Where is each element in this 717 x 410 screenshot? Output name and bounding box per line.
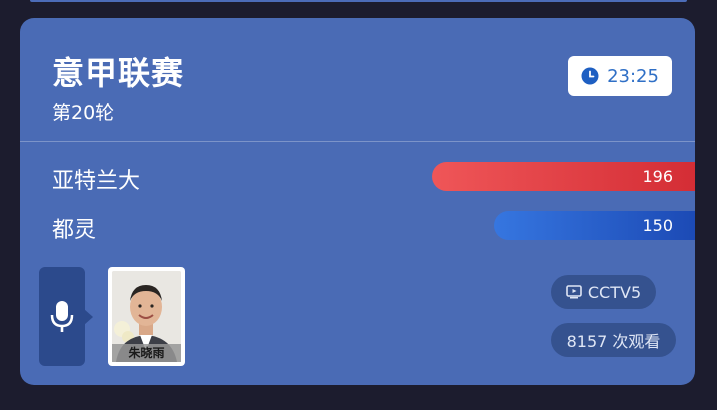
vote-bar-home[interactable]: 196 — [432, 162, 695, 191]
divider — [20, 141, 695, 142]
clock-icon — [581, 67, 599, 85]
commentator-name: 朱晓雨 — [112, 344, 181, 362]
match-card[interactable]: 意甲联赛 第20轮 23:25 亚特兰大 196 都灵 150 朱晓雨 CCTV… — [20, 18, 695, 385]
league-title: 意甲联赛 — [52, 54, 185, 92]
channel-name: CCTV5 — [587, 282, 642, 302]
vote-count-home: 196 — [642, 167, 673, 186]
commentary-audio-button[interactable] — [39, 267, 85, 366]
team-name-away: 都灵 — [52, 218, 97, 243]
previous-card-edge — [30, 0, 687, 2]
vote-bar-away[interactable]: 150 — [494, 211, 695, 240]
microphone-icon — [50, 300, 74, 332]
round-label: 第20轮 — [52, 102, 115, 124]
channel-badge[interactable]: CCTV5 — [551, 275, 656, 309]
views-badge: 8157 次观看 — [551, 323, 676, 357]
match-time-badge: 23:25 — [568, 56, 672, 96]
match-time: 23:25 — [607, 65, 659, 87]
team-name-home: 亚特兰大 — [52, 169, 141, 194]
view-count: 8157 次观看 — [566, 332, 661, 351]
vote-count-away: 150 — [642, 216, 673, 235]
commentator-card[interactable]: 朱晓雨 — [108, 267, 185, 366]
tv-icon — [566, 285, 582, 299]
mic-pointer — [84, 309, 93, 325]
